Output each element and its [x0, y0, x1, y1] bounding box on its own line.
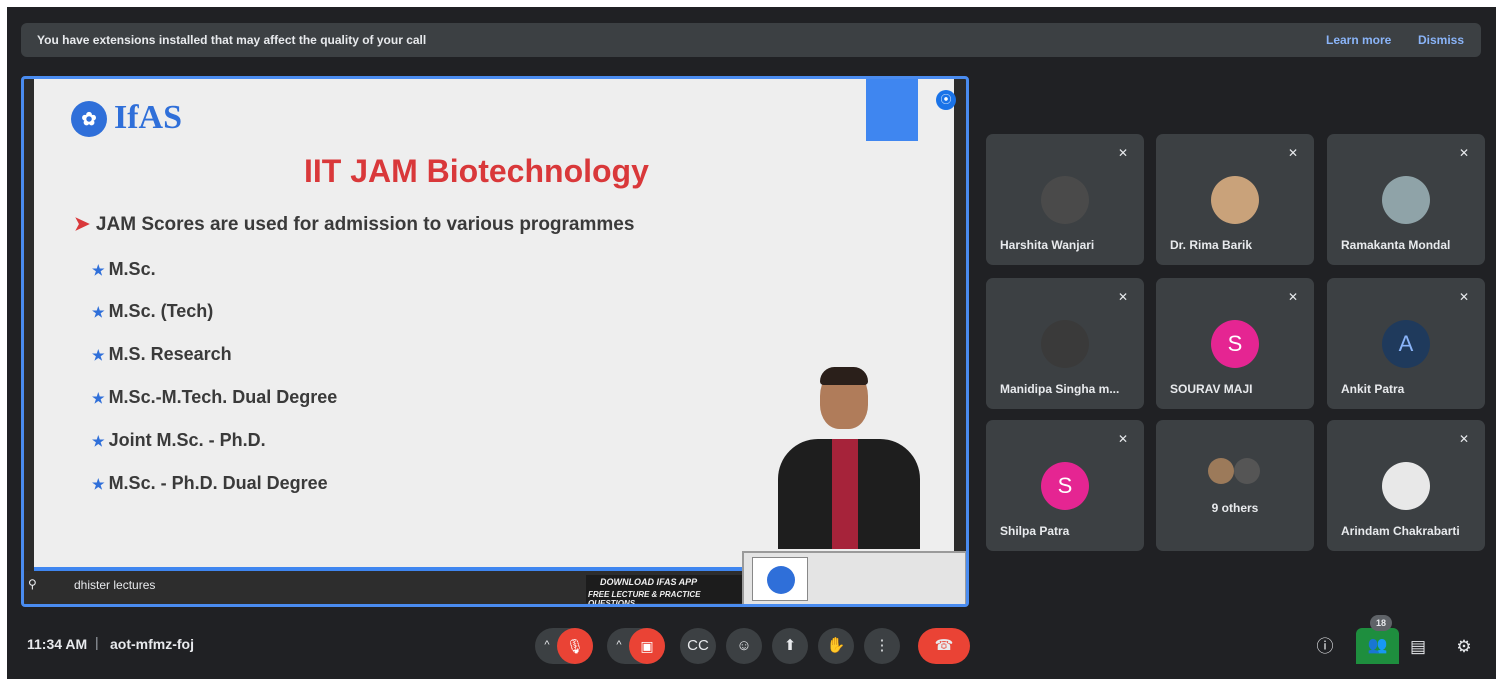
avatar — [1382, 176, 1430, 224]
presenter-hair — [820, 367, 868, 385]
others-count: 9 others — [1211, 501, 1259, 515]
learn-more-link[interactable]: Learn more — [1326, 33, 1391, 47]
slide-list-item: ★ M.Sc. — [92, 259, 156, 280]
banner-message: You have extensions installed that may a… — [37, 33, 427, 47]
slide-logo-text: IfAS — [114, 99, 183, 136]
star-bullet-icon: ★ — [92, 262, 105, 278]
star-bullet-icon: ★ — [92, 304, 105, 320]
meet-window: You have extensions installed that may a… — [7, 7, 1496, 679]
star-bullet-icon: ★ — [92, 347, 105, 363]
participant-tile[interactable]: ✕ Harshita Wanjari — [986, 134, 1144, 265]
audio-indicator-icon[interactable]: ⦿ — [936, 90, 956, 110]
slide-list-item-text: Joint M.Sc. - Ph.D. — [108, 430, 266, 450]
download-app-subtitle: FREE LECTURE & PRACTICE QUESTIONS — [588, 590, 701, 607]
participant-tile[interactable]: ✕ S Shilpa Patra — [986, 420, 1144, 551]
meeting-time: 11:34 AM — [27, 636, 88, 652]
others-tile[interactable]: 9 others — [1156, 420, 1314, 551]
people-icon[interactable]: 👥 — [1356, 628, 1399, 664]
participant-tile[interactable]: ✕ Dr. Rima Barik — [1156, 134, 1314, 265]
slide-title: IIT JAM Biotechnology — [304, 153, 649, 189]
avatar-letter: S — [1211, 320, 1259, 368]
microphone-control[interactable]: ^ 🎙 — [535, 628, 593, 664]
more-options-icon[interactable]: ⋮ — [864, 628, 900, 664]
separator: | — [95, 634, 99, 650]
activities-icon[interactable]: ⚙ — [1451, 634, 1477, 660]
slide-list-item-text: M.Sc.-M.Tech. Dual Degree — [108, 387, 338, 407]
presenter-name: dhister lectures — [74, 578, 156, 592]
slide-list-item: ★ M.Sc. (Tech) — [92, 301, 213, 322]
participant-tile[interactable]: ✕ Manidipa Singha m... — [986, 278, 1144, 409]
end-call-button[interactable]: ☎ — [918, 628, 970, 664]
presenter-shirt — [832, 439, 858, 549]
avatar — [1041, 320, 1089, 368]
slide-list-item-text: M.Sc. - Ph.D. Dual Degree — [108, 473, 328, 493]
participant-name: Ankit Patra — [1341, 382, 1405, 396]
avatar — [1211, 176, 1259, 224]
presenter-video — [764, 367, 934, 549]
thumbnail-frame — [752, 557, 808, 601]
avatar — [1234, 458, 1260, 484]
people-count-badge: 18 — [1370, 615, 1392, 631]
participant-name: Arindam Chakrabarti — [1341, 524, 1460, 538]
participant-tile[interactable]: ✕ Arindam Chakrabarti — [1327, 420, 1485, 551]
avatar — [1382, 462, 1430, 510]
participant-tile[interactable]: ✕ S SOURAV MAJI — [1156, 278, 1314, 409]
presentation-tile[interactable]: ✿ IfAS IIT JAM Biotechnology ➤ JAM Scores… — [21, 76, 969, 607]
ifas-logo-icon: ✿ — [71, 101, 107, 137]
slide-list-item-text: M.S. Research — [108, 344, 232, 364]
mic-off-icon[interactable]: 🎙 — [557, 628, 593, 664]
pin-person-icon: ⚲ — [28, 577, 37, 591]
raise-hand-icon[interactable]: ✋ — [818, 628, 854, 664]
mic-muted-icon: ✕ — [1458, 432, 1469, 446]
participant-name: Dr. Rima Barik — [1170, 238, 1253, 252]
mic-muted-icon: ✕ — [1117, 432, 1128, 446]
mic-muted-icon: ✕ — [1117, 146, 1128, 160]
participant-tile[interactable]: ✕ Ramakanta Mondal — [1327, 134, 1485, 265]
star-bullet-icon: ★ — [92, 476, 105, 492]
meeting-info-icon[interactable]: ⓘ — [1312, 634, 1338, 660]
extension-warning-banner: You have extensions installed that may a… — [21, 23, 1481, 57]
arrow-bullet-icon: ➤ — [74, 214, 90, 235]
slide-list-item-text: M.Sc. — [108, 259, 156, 279]
avatar — [1041, 176, 1089, 224]
ifas-logo-icon — [767, 566, 795, 594]
camera-off-icon[interactable]: ▣ — [629, 628, 665, 664]
mic-muted-icon: ✕ — [1287, 290, 1298, 304]
download-app-banner: DOWNLOAD IFAS APP FREE LECTURE & PRACTIC… — [586, 575, 746, 604]
slide-list-item: ★ M.Sc.-M.Tech. Dual Degree — [92, 387, 337, 408]
star-bullet-icon: ★ — [92, 433, 105, 449]
mic-muted-icon: ✕ — [1117, 290, 1128, 304]
participant-name: SOURAV MAJI — [1170, 382, 1253, 396]
slide-list-item-text: M.Sc. (Tech) — [108, 301, 214, 321]
slide-main-bullet-text: JAM Scores are used for admission to var… — [95, 214, 635, 235]
mic-muted-icon: ✕ — [1458, 146, 1469, 160]
chat-icon[interactable]: ▤ — [1405, 634, 1431, 660]
mic-muted-icon: ✕ — [1458, 290, 1469, 304]
star-bullet-icon: ★ — [92, 390, 105, 406]
slide-decoration — [866, 79, 918, 141]
meeting-code: aot-mfmz-foj — [110, 636, 194, 652]
chevron-up-icon[interactable]: ^ — [607, 628, 631, 664]
avatar-letter: A — [1382, 320, 1430, 368]
avatar — [1208, 458, 1234, 484]
chevron-up-icon[interactable]: ^ — [535, 628, 559, 664]
present-screen-icon[interactable]: ⬆ — [772, 628, 808, 664]
presenter-thumbnail — [742, 551, 966, 604]
slide-list-item: ★ M.Sc. - Ph.D. Dual Degree — [92, 473, 328, 494]
participant-name: Shilpa Patra — [1000, 524, 1070, 538]
dismiss-button[interactable]: Dismiss — [1418, 33, 1464, 47]
participant-name: Harshita Wanjari — [1000, 238, 1095, 252]
captions-icon[interactable]: CC — [680, 628, 716, 664]
emoji-icon[interactable]: ☺ — [726, 628, 762, 664]
slide-list-item: ★ M.S. Research — [92, 344, 232, 365]
participant-tile[interactable]: ✕ A Ankit Patra — [1327, 278, 1485, 409]
participant-name: Ramakanta Mondal — [1341, 238, 1451, 252]
download-app-title: DOWNLOAD IFAS APP — [600, 577, 698, 587]
avatar-letter: S — [1041, 462, 1089, 510]
slide-main-bullet: ➤ JAM Scores are used for admission to va… — [74, 213, 634, 236]
mic-muted-icon: ✕ — [1287, 146, 1298, 160]
slide-list-item: ★ Joint M.Sc. - Ph.D. — [92, 430, 266, 451]
participant-name: Manidipa Singha m... — [1000, 382, 1120, 396]
camera-control[interactable]: ^ ▣ — [607, 628, 665, 664]
